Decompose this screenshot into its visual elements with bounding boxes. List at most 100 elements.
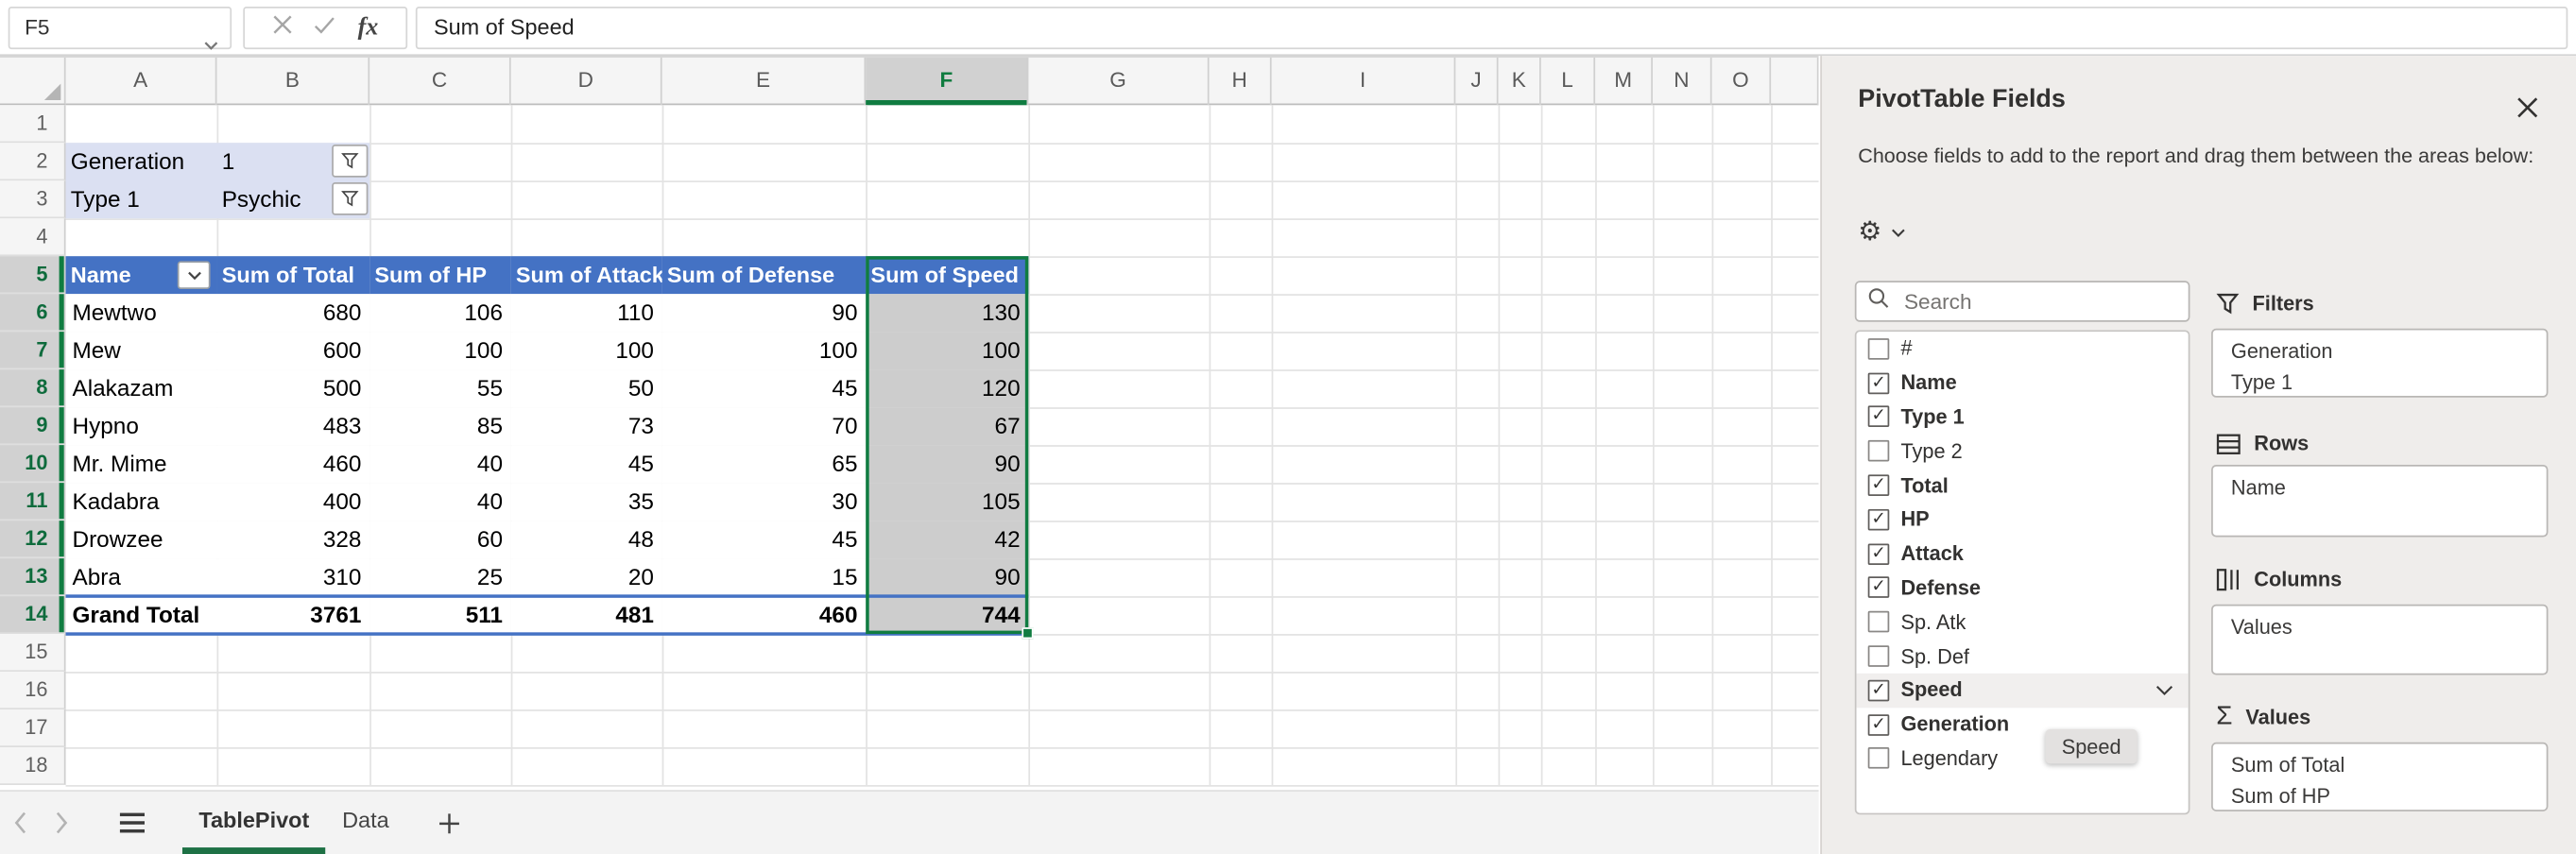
column-header-E[interactable]: E — [662, 58, 867, 105]
pivot-cell[interactable]: 30 — [662, 483, 867, 521]
pivot-cell[interactable]: 100 — [511, 332, 662, 369]
filter-value-cell[interactable]: 1 — [222, 143, 235, 180]
name-filter-dropdown-icon[interactable] — [178, 261, 211, 289]
field-item-generation[interactable]: ✓Generation — [1857, 708, 2189, 742]
pivot-grand-total-cell[interactable]: 3761 — [216, 596, 369, 634]
sheet-list-menu-icon[interactable] — [105, 792, 159, 854]
filter-dropdown-icon[interactable] — [332, 145, 368, 178]
field-checkbox[interactable]: ✓ — [1868, 406, 1890, 428]
search-input[interactable] — [1900, 287, 2196, 316]
pivot-cell[interactable]: Mr. Mime — [66, 445, 217, 483]
pivot-cell[interactable]: Abra — [66, 558, 217, 596]
row-header-6[interactable]: 6 — [0, 294, 66, 332]
sheet-tab-tablepivot[interactable]: TablePivot — [182, 792, 326, 854]
next-sheet-icon[interactable] — [41, 792, 81, 854]
pivot-cell[interactable]: 35 — [511, 483, 662, 521]
filter-label-cell[interactable]: Generation — [71, 143, 184, 180]
row-header-4[interactable]: 4 — [0, 218, 66, 256]
pivot-cell[interactable]: 100 — [662, 332, 867, 369]
pivot-cell[interactable]: 90 — [662, 294, 867, 332]
field-item-attack[interactable]: ✓Attack — [1857, 537, 2189, 571]
field-checkbox[interactable] — [1868, 748, 1890, 770]
field-checkbox[interactable]: ✓ — [1868, 714, 1890, 736]
area-item[interactable]: Sum of HP — [2231, 782, 2547, 813]
row-header-13[interactable]: 13 — [0, 558, 66, 596]
cancel-icon[interactable] — [272, 13, 292, 43]
field-item-sp-def[interactable]: Sp. Def — [1857, 640, 2189, 674]
field-options-button[interactable]: ⚙ — [1858, 220, 1906, 247]
pivot-cell[interactable]: 45 — [662, 369, 867, 407]
area-item[interactable]: Type 1 — [2231, 367, 2547, 399]
pivot-cell[interactable]: 48 — [511, 521, 662, 558]
pivot-cell[interactable]: 400 — [216, 483, 369, 521]
pivot-cell[interactable]: 70 — [662, 407, 867, 445]
add-sheet-icon[interactable] — [419, 792, 479, 854]
column-header-K[interactable]: K — [1499, 58, 1541, 105]
area-item[interactable]: Name — [2231, 473, 2547, 504]
pivot-cell[interactable]: 45 — [662, 521, 867, 558]
pivot-cell[interactable]: Mew — [66, 332, 217, 369]
pivot-cell[interactable]: 65 — [662, 445, 867, 483]
pivot-cell[interactable]: 90 — [866, 558, 1028, 596]
pivot-cell[interactable]: 100 — [866, 332, 1028, 369]
pivot-cell[interactable]: 110 — [511, 294, 662, 332]
pivot-cell[interactable]: 40 — [369, 445, 511, 483]
pivot-cell[interactable]: 680 — [216, 294, 369, 332]
column-header-G[interactable]: G — [1028, 58, 1209, 105]
field-item-type-2[interactable]: Type 2 — [1857, 435, 2189, 469]
prev-sheet-icon[interactable] — [0, 792, 41, 854]
row-header-5[interactable]: 5 — [0, 256, 66, 294]
column-header-C[interactable]: C — [369, 58, 511, 105]
pivot-cell[interactable]: 310 — [216, 558, 369, 596]
pivot-grand-total-cell[interactable]: 481 — [511, 596, 662, 634]
row-header-14[interactable]: 14 — [0, 596, 66, 634]
column-header-partial[interactable] — [1771, 58, 1818, 105]
area-item[interactable]: Values — [2231, 612, 2547, 643]
field-item-defense[interactable]: ✓Defense — [1857, 571, 2189, 605]
field-checkbox[interactable] — [1868, 611, 1890, 633]
pivot-cell[interactable]: 90 — [866, 445, 1028, 483]
field-item--[interactable]: # — [1857, 332, 2189, 366]
column-header-B[interactable]: B — [216, 58, 369, 105]
area-box-columns[interactable]: Values — [2211, 605, 2548, 675]
column-header-L[interactable]: L — [1541, 58, 1595, 105]
field-checkbox[interactable] — [1868, 440, 1890, 462]
pivot-header-sum-of-hp[interactable]: Sum of HP — [369, 256, 511, 294]
field-item-hp[interactable]: ✓HP — [1857, 503, 2189, 537]
field-checkbox[interactable]: ✓ — [1868, 543, 1890, 565]
pivot-header-sum-of-total[interactable]: Sum of Total — [216, 256, 369, 294]
pivot-cell[interactable]: 50 — [511, 369, 662, 407]
pivot-grand-total-cell[interactable]: 511 — [369, 596, 511, 634]
field-checkbox[interactable]: ✓ — [1868, 577, 1890, 599]
pivot-cell[interactable]: 67 — [866, 407, 1028, 445]
column-header-D[interactable]: D — [511, 58, 662, 105]
pivot-grand-total-cell[interactable]: 744 — [866, 596, 1028, 634]
pivot-cell[interactable]: 328 — [216, 521, 369, 558]
field-checkbox[interactable] — [1868, 645, 1890, 667]
area-box-filters[interactable]: GenerationType 1 — [2211, 329, 2548, 398]
pivot-cell[interactable]: 106 — [369, 294, 511, 332]
row-header-8[interactable]: 8 — [0, 369, 66, 407]
column-header-O[interactable]: O — [1712, 58, 1772, 105]
pivot-cell[interactable]: 460 — [216, 445, 369, 483]
row-header-17[interactable]: 17 — [0, 709, 66, 747]
column-header-M[interactable]: M — [1595, 58, 1653, 105]
row-header-18[interactable]: 18 — [0, 747, 66, 785]
field-search-box[interactable] — [1855, 281, 2190, 321]
close-icon[interactable] — [2512, 92, 2541, 121]
row-header-3[interactable]: 3 — [0, 180, 66, 218]
pivot-cell[interactable]: Hypno — [66, 407, 217, 445]
field-item-type-1[interactable]: ✓Type 1 — [1857, 400, 2189, 434]
area-box-rows[interactable]: Name — [2211, 465, 2548, 537]
pivot-cell[interactable]: 15 — [662, 558, 867, 596]
pivot-grand-total-cell[interactable]: 460 — [662, 596, 867, 634]
chevron-down-icon[interactable] — [2155, 685, 2173, 696]
pivot-header-sum-of-defense[interactable]: Sum of Defense — [662, 256, 867, 294]
filter-value-cell[interactable]: Psychic — [222, 180, 301, 218]
pivot-cell[interactable]: 85 — [369, 407, 511, 445]
area-box-values[interactable]: Sum of TotalSum of HP — [2211, 743, 2548, 811]
area-item[interactable]: Generation — [2231, 336, 2547, 367]
column-header-F[interactable]: F — [866, 58, 1028, 105]
field-item-name[interactable]: ✓Name — [1857, 366, 2189, 400]
field-item-speed[interactable]: ✓Speed — [1857, 674, 2189, 708]
